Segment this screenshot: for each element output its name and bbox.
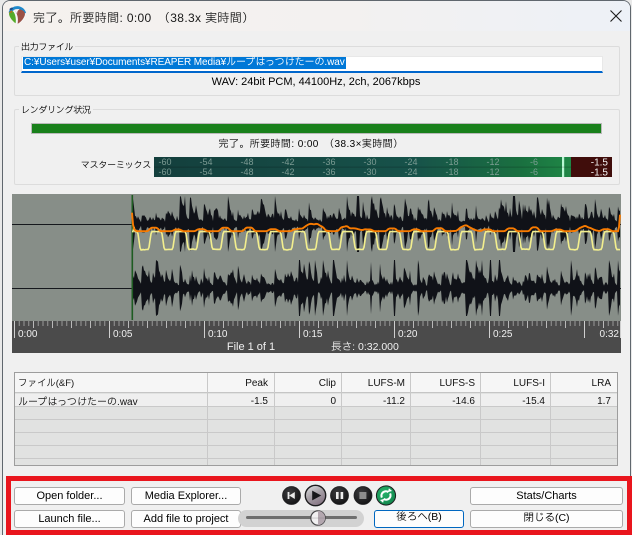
svg-text:-36: -36 (322, 157, 335, 167)
svg-text:-60: -60 (158, 157, 171, 167)
svg-text:-6: -6 (530, 157, 538, 167)
svg-text:0:32: 0:32 (600, 329, 620, 340)
svg-text:-54: -54 (199, 167, 212, 177)
svg-text:-42: -42 (281, 157, 294, 167)
svg-text:-18: -18 (445, 157, 458, 167)
svg-text:0:05: 0:05 (113, 329, 133, 340)
svg-text:-24: -24 (404, 167, 417, 177)
svg-text:-24: -24 (404, 157, 417, 167)
svg-text:-30: -30 (363, 157, 376, 167)
svg-text:-6: -6 (530, 167, 538, 177)
svg-text:0:00: 0:00 (18, 329, 38, 340)
svg-text:-60: -60 (158, 167, 171, 177)
svg-text:0:25: 0:25 (493, 329, 513, 340)
svg-text:-12: -12 (486, 167, 499, 177)
svg-text:-30: -30 (363, 167, 376, 177)
svg-text:0:10: 0:10 (208, 329, 228, 340)
svg-text:-18: -18 (445, 167, 458, 177)
svg-text:-12: -12 (486, 157, 499, 167)
svg-text:-54: -54 (199, 157, 212, 167)
svg-text:-48: -48 (240, 167, 253, 177)
svg-text:-42: -42 (281, 167, 294, 177)
svg-text:0:20: 0:20 (398, 329, 418, 340)
svg-text:-1.5: -1.5 (591, 168, 609, 177)
svg-text:-48: -48 (240, 157, 253, 167)
svg-text:0:15: 0:15 (303, 329, 323, 340)
svg-text:-36: -36 (322, 167, 335, 177)
